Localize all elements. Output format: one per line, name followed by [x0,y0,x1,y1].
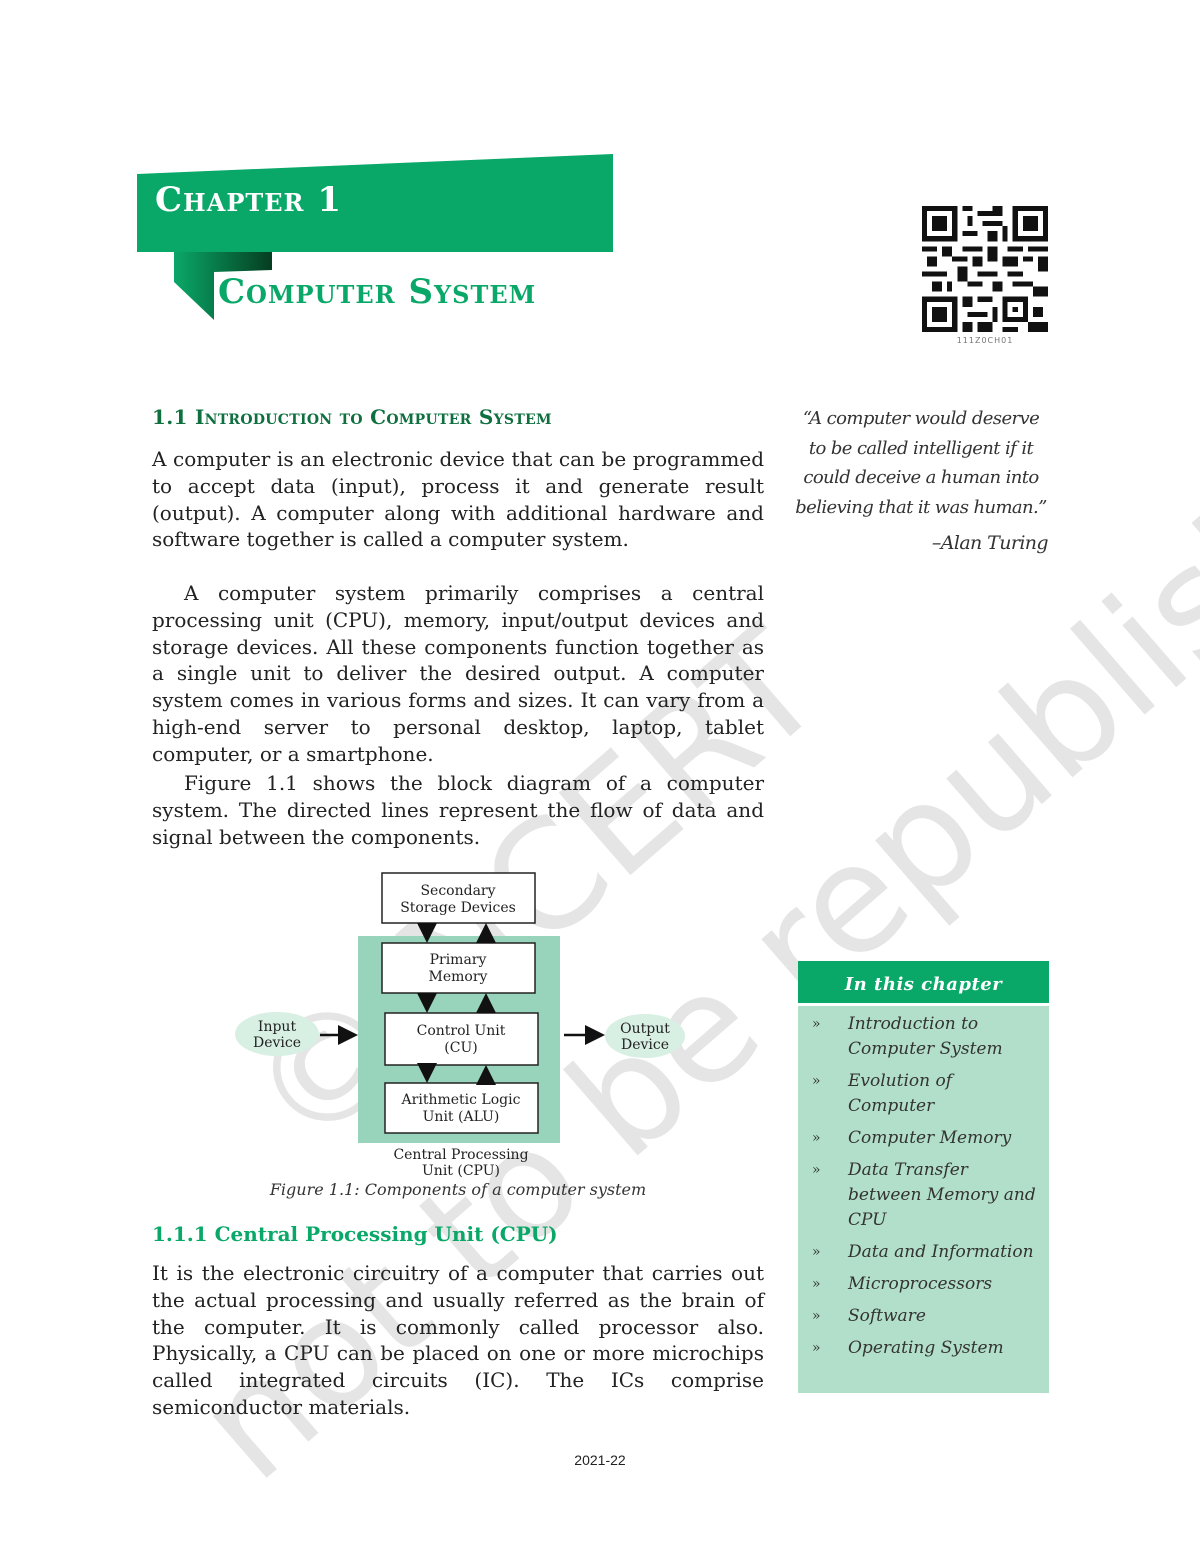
bullet-icon: » [812,1276,821,1292]
output-device-label-2: Device [621,1037,669,1053]
alu-box: Arithmetic Logic Unit (ALU) [384,1082,539,1134]
quote-line: believing that it was human.” [795,496,1047,518]
quote-line: could deceive a human into [803,467,1039,488]
quote-line: “A computer would deserve [802,408,1040,429]
bullet-icon: » [812,1016,821,1032]
chapter-number: Chapter 1 [155,180,342,220]
chapter-topic-item[interactable]: » Data Transfer between Memory and CPU [798,1158,1049,1233]
in-this-chapter-box: In this chapter » Introduction to Compute… [798,961,1049,1393]
primary-memory-label-1: Primary [430,952,487,968]
bullet-icon: » [812,1244,821,1260]
control-unit-label-1: Control Unit [417,1023,506,1039]
chapter-topic-item[interactable]: » Data and Information [798,1240,1049,1265]
output-device-ellipse: Output Device [605,1014,685,1058]
subsection-heading: 1.1.1 Central Processing Unit (CPU) [152,1222,558,1246]
topic-label: Microprocessors [848,1274,993,1294]
paragraph: It is the electronic circuitry of a comp… [152,1261,764,1419]
bullet-icon: » [812,1130,821,1146]
chapter-topic-item[interactable]: » Computer Memory [798,1126,1049,1151]
paragraph-text: Figure 1.1 shows the block diagram of a … [152,771,764,849]
bullet-icon: » [812,1162,821,1178]
topic-label: Data and Information [848,1242,1034,1262]
bullet-icon: » [812,1340,821,1356]
paragraph: A computer system primarily comprises a … [152,580,764,768]
epigraph-quote: “A computer would deserve to be called i… [790,404,1052,522]
chapter-title: Computer System [218,272,537,312]
input-device-label-1: Input [258,1019,297,1035]
topic-label: Software [848,1306,926,1326]
topic-label: Evolution of Computer [848,1071,953,1116]
alu-label-2: Unit (ALU) [423,1109,500,1125]
primary-memory-label-2: Memory [429,969,488,985]
page-footer-year: 2021-22 [574,1452,626,1468]
control-unit-label-2: (CU) [444,1040,477,1056]
output-device-label-1: Output [620,1021,670,1037]
topic-label: Introduction to Computer System [848,1014,1003,1059]
chapter-topic-item[interactable]: » Operating System [798,1336,1049,1361]
block-diagram: Secondary Storage Devices Primary Memory… [235,872,685,1178]
topic-label: Computer Memory [848,1128,1012,1148]
input-device-ellipse: Input Device [235,1012,319,1056]
chapter-topic-item[interactable]: » Microprocessors [798,1272,1049,1297]
control-unit-box: Control Unit (CU) [384,1012,539,1066]
chapter-topic-list: » Introduction to Computer System » Evolut… [798,1006,1049,1361]
quote-line: to be called intelligent if it [808,437,1034,459]
secondary-storage-label-1: Secondary [420,883,495,899]
secondary-storage-box: Secondary Storage Devices [381,872,536,924]
secondary-storage-label-2: Storage Devices [400,900,516,916]
alu-label-1: Arithmetic Logic [401,1092,521,1108]
paragraph: Figure 1.1 shows the block diagram of a … [152,770,764,850]
qr-caption: 111Z0CH01 [956,336,1014,345]
input-device-label-2: Device [253,1035,301,1051]
bullet-icon: » [812,1308,821,1324]
quote-author: –Alan Turing [931,532,1049,554]
topic-label: Operating System [848,1338,1004,1358]
figure-caption: Figure 1.1: Components of a computer sys… [269,1180,647,1199]
chapter-topic-item[interactable]: » Evolution of Computer [798,1069,1049,1119]
section-heading: 1.1 Introduction to Computer System [152,405,552,429]
bullet-icon: » [812,1073,821,1089]
qr-code[interactable] [922,206,1048,332]
chapter-topic-item[interactable]: » Introduction to Computer System [798,1012,1049,1062]
paragraph-text: A computer system primarily comprises a … [152,581,764,766]
topic-label: Data Transfer between Memory and CPU [848,1160,1036,1230]
cpu-label-2: Unit (CPU) [422,1163,500,1178]
paragraph: A computer is an electronic device that … [152,447,764,552]
primary-memory-box: Primary Memory [381,942,536,994]
chapter-topic-item[interactable]: » Software [798,1304,1049,1329]
in-this-chapter-heading: In this chapter [798,961,1049,1006]
cpu-label-1: Central Processing [393,1147,528,1163]
